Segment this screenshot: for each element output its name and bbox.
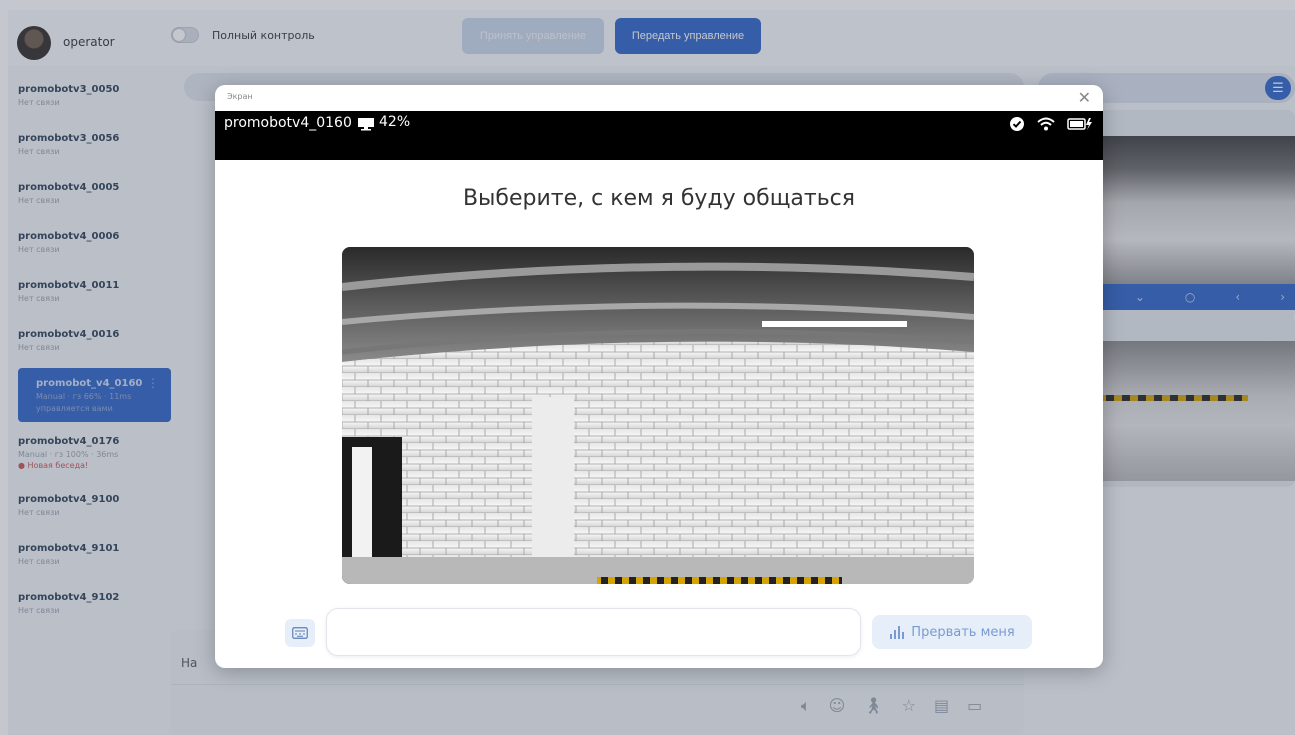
screen-input-row: Прервать меня xyxy=(215,605,1103,665)
modal-title: Экран xyxy=(227,92,253,101)
battery-percent: 42% xyxy=(379,114,411,130)
robot-id: promobotv4_0160 xyxy=(224,115,352,131)
camera-image xyxy=(342,247,974,584)
interrupt-label: Прервать меня xyxy=(911,624,1015,640)
battery-charging-icon xyxy=(1067,118,1092,130)
status-icons xyxy=(1009,116,1093,132)
close-icon[interactable]: ✕ xyxy=(1078,88,1091,107)
check-circle-icon xyxy=(1010,117,1024,131)
robot-status-bar: promobotv4_0160 42% xyxy=(215,111,1103,160)
voice-bars-icon xyxy=(890,626,905,639)
camera-view xyxy=(342,247,974,584)
wifi-icon xyxy=(1037,117,1055,131)
speech-input[interactable] xyxy=(326,608,861,656)
interrupt-button[interactable]: Прервать меня xyxy=(872,615,1032,649)
screen-heading: Выберите, с кем я буду общаться xyxy=(462,186,856,211)
keyboard-button[interactable] xyxy=(285,619,315,647)
keyboard-icon xyxy=(292,627,308,639)
monitor-icon xyxy=(358,118,374,131)
screen-modal: Экран ✕ promobotv4_0160 42% Выберите, с … xyxy=(215,85,1103,668)
